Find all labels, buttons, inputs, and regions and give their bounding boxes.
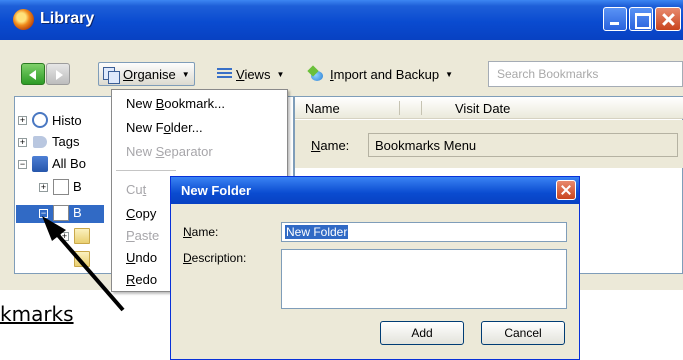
menu-item-cut[interactable]: Cut [126, 182, 146, 197]
description-input[interactable] [281, 249, 567, 309]
menu-item-undo[interactable]: Undo [126, 250, 157, 265]
bookmarks-menu-icon [53, 205, 69, 221]
minimize-button[interactable] [603, 7, 627, 31]
menu-separator [116, 170, 176, 171]
title-bar[interactable]: Library [0, 0, 683, 40]
back-button[interactable] [21, 63, 45, 85]
window-title: Library [40, 10, 95, 27]
expand-toggle[interactable]: + [60, 232, 69, 241]
expand-toggle[interactable]: + [18, 138, 27, 147]
cancel-button[interactable]: Cancel [481, 321, 565, 345]
details-panel: Name: Bookmarks Menu [295, 120, 683, 168]
description-label: Description: [183, 251, 247, 265]
annotation-label: kmarks [0, 302, 74, 326]
chevron-down-icon: ▼ [445, 69, 454, 79]
close-button[interactable] [655, 7, 681, 31]
column-name[interactable]: Name [305, 101, 340, 116]
column-divider[interactable] [421, 101, 422, 115]
views-label: Views [236, 66, 271, 82]
menu-item-new-separator[interactable]: New Separator [126, 144, 213, 159]
tree-item-all-bookmarks[interactable]: All Bo [52, 156, 86, 171]
expand-toggle[interactable]: + [39, 183, 48, 192]
details-name-label: Name: [311, 138, 350, 153]
menu-item-redo[interactable]: Redo [126, 272, 157, 287]
folder-name-selected-text: New Folder [285, 225, 349, 239]
collapse-toggle[interactable]: − [39, 209, 48, 218]
folder-icon [74, 251, 90, 267]
views-icon [217, 68, 232, 80]
dialog-close-button[interactable] [556, 180, 576, 200]
name-label: Name: [183, 225, 219, 239]
chevron-down-icon: ▼ [181, 69, 190, 79]
search-input[interactable]: Search Bookmarks [488, 61, 683, 87]
forward-arrow-icon [56, 70, 63, 80]
folder-icon [74, 228, 90, 244]
firefox-icon [13, 9, 34, 30]
forward-button[interactable] [46, 63, 70, 85]
import-backup-label: Import and Backup [330, 66, 440, 82]
menu-item-paste[interactable]: Paste [126, 228, 159, 243]
all-bookmarks-icon [32, 156, 48, 172]
bookmarks-toolbar-icon [53, 179, 69, 195]
column-divider[interactable] [399, 101, 400, 115]
organise-icon [103, 66, 120, 84]
collapse-toggle[interactable]: − [18, 160, 27, 169]
tree-item-bookmarks-menu[interactable]: B [73, 205, 82, 220]
import-backup-menu-button[interactable]: Import and Backup ▼ [305, 62, 457, 86]
dialog-title: New Folder [181, 183, 252, 198]
folder-name-input[interactable]: New Folder [281, 222, 567, 242]
maximize-button[interactable] [629, 7, 653, 31]
tag-icon [33, 136, 47, 148]
organise-menu-button[interactable]: Organise ▼ [98, 62, 195, 86]
tree-item-history[interactable]: Histo [52, 113, 82, 128]
import-backup-icon [309, 67, 326, 82]
new-folder-dialog: New Folder Name: New Folder Description:… [170, 176, 580, 360]
menu-item-new-bookmark[interactable]: New Bookmark... [126, 96, 225, 111]
details-name-field[interactable]: Bookmarks Menu [368, 133, 678, 157]
chevron-down-icon: ▼ [276, 69, 285, 79]
column-header: Name Visit Date [295, 97, 683, 119]
organise-label: Organise [123, 66, 176, 82]
column-visit-date[interactable]: Visit Date [455, 101, 510, 116]
expand-toggle[interactable]: + [18, 116, 27, 125]
back-arrow-icon [29, 70, 36, 80]
views-menu-button[interactable]: Views ▼ [213, 62, 288, 86]
add-button[interactable]: Add [380, 321, 464, 345]
menu-item-new-folder[interactable]: New Folder... [126, 120, 203, 135]
history-clock-icon [32, 112, 48, 128]
tree-item-bookmarks-toolbar[interactable]: B [73, 179, 82, 194]
tree-item-tags[interactable]: Tags [52, 134, 79, 149]
menu-item-copy[interactable]: Copy [126, 206, 156, 221]
dialog-title-bar[interactable]: New Folder [171, 177, 579, 204]
